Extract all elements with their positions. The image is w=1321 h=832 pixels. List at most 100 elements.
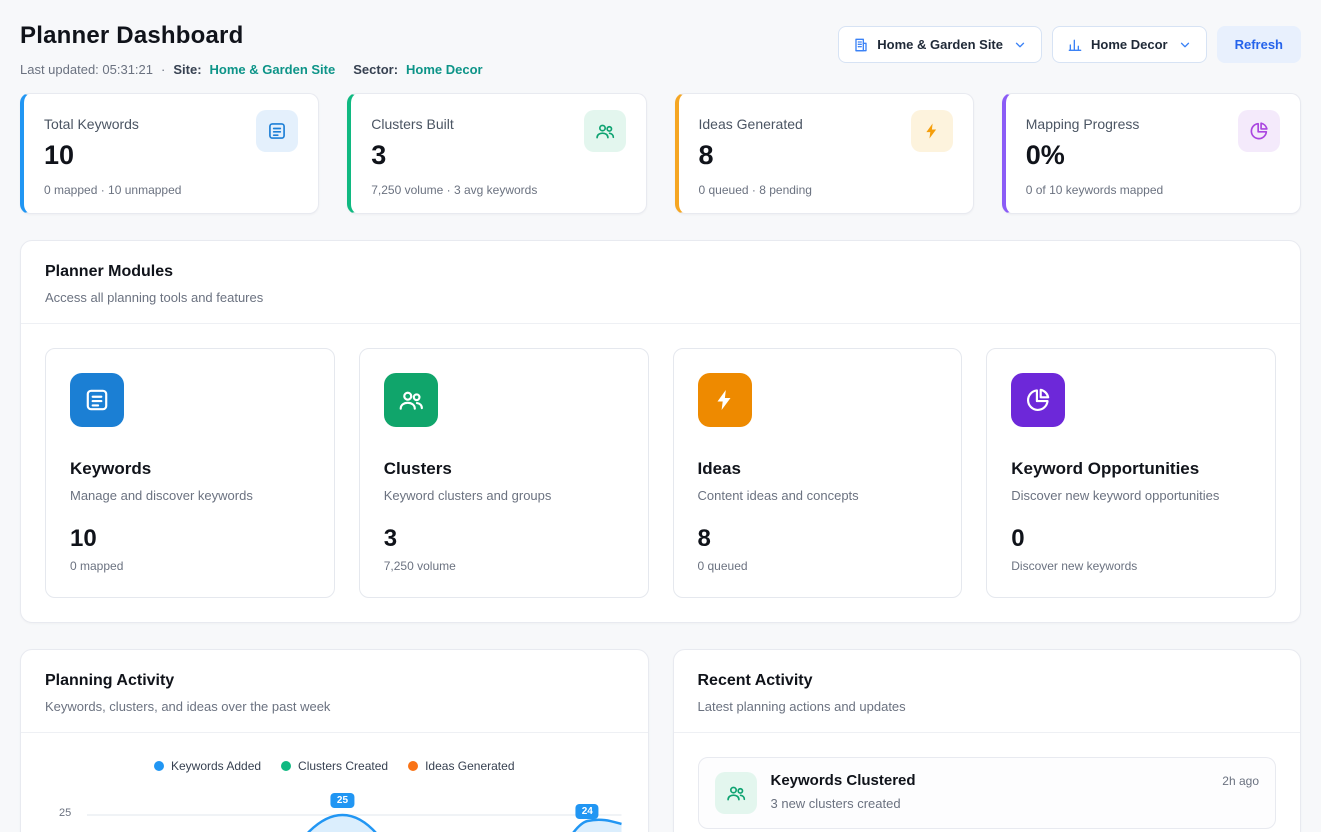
module-card-clusters[interactable]: Clusters Keyword clusters and groups 3 7… [359,348,649,598]
site-selector-label: Home & Garden Site [877,37,1003,52]
chart-legend: Keywords Added Clusters Created Ideas Ge… [45,759,624,773]
module-sub: 0 queued [698,559,938,573]
module-value: 10 [70,525,310,553]
header-meta: Last updated: 05:31:21 · Site: Home & Ga… [20,62,483,77]
chart-plot: 25 24 [87,791,622,832]
planning-activity-panel: Planning Activity Keywords, clusters, an… [20,649,649,832]
refresh-button[interactable]: Refresh [1217,26,1301,63]
panel-title: Planning Activity [45,672,624,690]
planner-modules-panel: Planner Modules Access all planning tool… [20,240,1301,623]
panel-subtitle: Latest planning actions and updates [698,699,1277,714]
bottom-row: Planning Activity Keywords, clusters, an… [20,623,1301,832]
planner-dashboard-page: Planner Dashboard Last updated: 05:31:21… [0,0,1321,832]
legend-label: Clusters Created [298,759,388,773]
stat-label: Total Keywords [44,116,139,132]
area-chart-svg [87,791,622,832]
stat-label: Ideas Generated [699,116,803,132]
panel-body: Keywords Added Clusters Created Ideas Ge… [21,733,648,832]
note-icon [70,373,124,427]
y-axis-tick: 25 [59,807,71,819]
meta-separator: · [161,62,165,77]
panel-subtitle: Access all planning tools and features [45,290,1276,305]
building-icon [853,37,869,53]
panel-subtitle: Keywords, clusters, and ideas over the p… [45,699,624,714]
bolt-icon [911,110,953,152]
bolt-icon [698,373,752,427]
panel-header: Planner Modules Access all planning tool… [21,241,1300,324]
site-label: Site: [173,62,201,77]
module-sub: 7,250 volume [384,559,624,573]
users-icon [584,110,626,152]
activity-item-title: Keywords Clustered [771,772,916,789]
stat-label: Mapping Progress [1026,116,1140,132]
activity-feed-item: Keywords Clustered 3 new clusters create… [698,757,1277,829]
panel-header: Planning Activity Keywords, clusters, an… [21,650,648,733]
users-icon [384,373,438,427]
sector-selector-label: Home Decor [1091,37,1168,52]
module-value: 3 [384,525,624,553]
activity-item-timestamp: 2h ago [1222,772,1259,788]
stat-sub: 7,250 volume · 3 avg keywords [371,183,625,197]
stat-sub: 0 mapped · 10 unmapped [44,183,298,197]
legend-dot-green [281,761,291,771]
stat-sub: 0 queued · 8 pending [699,183,953,197]
module-description: Keyword clusters and groups [384,488,624,503]
stats-row: Total Keywords 10 0 mapped · 10 unmapped… [20,93,1301,214]
sector-label: Sector: [353,62,398,77]
bar-chart-icon [1067,37,1083,53]
panel-title: Recent Activity [698,672,1277,690]
chevron-down-icon [1178,38,1192,52]
stat-card-ideas-generated: Ideas Generated 8 0 queued · 8 pending [675,93,974,214]
module-value: 8 [698,525,938,553]
legend-label: Ideas Generated [425,759,514,773]
module-title: Clusters [384,459,624,479]
data-point-label: 25 [331,793,354,808]
site-selector-dropdown[interactable]: Home & Garden Site [838,26,1042,63]
chevron-down-icon [1013,38,1027,52]
module-card-keywords[interactable]: Keywords Manage and discover keywords 10… [45,348,335,598]
pie-chart-icon [1238,110,1280,152]
note-icon [256,110,298,152]
legend-dot-orange [408,761,418,771]
legend-item-keywords-added: Keywords Added [154,759,261,773]
panel-body: Keywords Manage and discover keywords 10… [21,324,1300,622]
pie-chart-icon [1011,373,1065,427]
modules-grid: Keywords Manage and discover keywords 10… [45,348,1276,598]
header-controls: Home & Garden Site Home Decor Refresh [838,26,1301,63]
users-icon [715,772,757,814]
module-description: Content ideas and concepts [698,488,938,503]
site-link[interactable]: Home & Garden Site [210,62,336,77]
page-title: Planner Dashboard [20,22,483,50]
module-description: Manage and discover keywords [70,488,310,503]
data-point-label: 24 [576,804,599,819]
stat-label: Clusters Built [371,116,453,132]
module-description: Discover new keyword opportunities [1011,488,1251,503]
stat-card-total-keywords: Total Keywords 10 0 mapped · 10 unmapped [20,93,319,214]
panel-title: Planner Modules [45,263,1276,281]
header-left: Planner Dashboard Last updated: 05:31:21… [20,18,483,77]
module-sub: Discover new keywords [1011,559,1251,573]
legend-item-ideas-generated: Ideas Generated [408,759,514,773]
panel-header: Recent Activity Latest planning actions … [674,650,1301,733]
module-title: Keywords [70,459,310,479]
recent-activity-panel: Recent Activity Latest planning actions … [673,649,1302,832]
stat-sub: 0 of 10 keywords mapped [1026,183,1280,197]
module-sub: 0 mapped [70,559,310,573]
activity-item-description: 3 new clusters created [771,796,916,811]
module-title: Keyword Opportunities [1011,459,1251,479]
page-header: Planner Dashboard Last updated: 05:31:21… [20,18,1301,77]
last-updated-text: Last updated: 05:31:21 [20,62,153,77]
panel-body: Keywords Clustered 3 new clusters create… [674,733,1301,832]
legend-dot-blue [154,761,164,771]
legend-item-clusters-created: Clusters Created [281,759,388,773]
legend-label: Keywords Added [171,759,261,773]
module-card-ideas[interactable]: Ideas Content ideas and concepts 8 0 que… [673,348,963,598]
module-title: Ideas [698,459,938,479]
module-value: 0 [1011,525,1251,553]
activity-area-chart: 25 25 24 [45,791,624,832]
stat-card-clusters-built: Clusters Built 3 7,250 volume · 3 avg ke… [347,93,646,214]
stat-card-mapping-progress: Mapping Progress 0% 0 of 10 keywords map… [1002,93,1301,214]
sector-selector-dropdown[interactable]: Home Decor [1052,26,1207,63]
module-card-keyword-opportunities[interactable]: Keyword Opportunities Discover new keywo… [986,348,1276,598]
sector-link[interactable]: Home Decor [406,62,483,77]
